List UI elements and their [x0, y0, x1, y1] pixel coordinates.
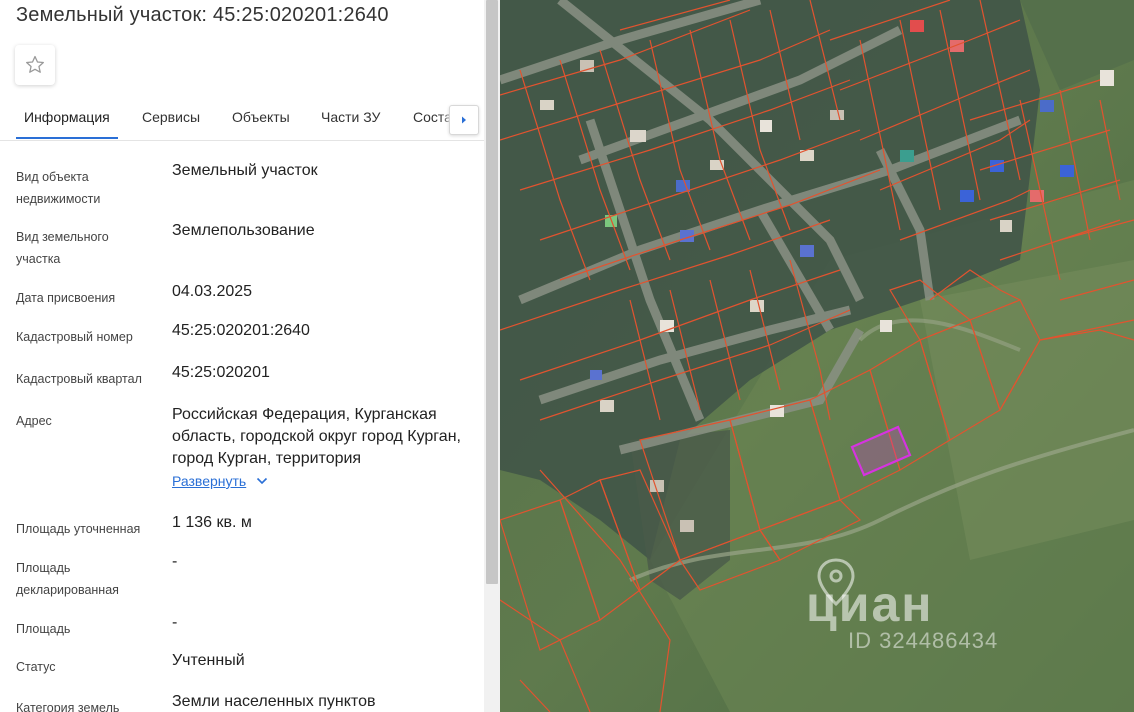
- address-text: Российская Федерация, Курганская область…: [172, 406, 461, 467]
- value: Землепользование: [172, 222, 315, 239]
- tab-bar: Информация Сервисы Объекты Части ЗУ Сост…: [0, 100, 484, 141]
- tab-services[interactable]: Сервисы: [142, 109, 200, 125]
- value: 1 136 кв. м: [172, 514, 252, 531]
- label: Кадастровый квартал: [16, 372, 142, 386]
- tab-objects[interactable]: Объекты: [232, 109, 290, 125]
- value: Земли населенных пунктов: [172, 693, 376, 710]
- active-tab-indicator: [16, 137, 118, 139]
- value: 45:25:020201:2640: [172, 322, 310, 339]
- chevron-right-icon: [462, 116, 466, 124]
- label: Площадь: [16, 622, 71, 636]
- tab-info[interactable]: Информация: [24, 109, 110, 125]
- watermark-logo: циан: [806, 576, 934, 632]
- scrollbar-thumb[interactable]: [486, 0, 498, 584]
- value: -: [172, 614, 178, 631]
- label: Вид земельного участка: [16, 230, 109, 266]
- value: 04.03.2025: [172, 283, 253, 300]
- satellite-map[interactable]: циан ID 324486434: [500, 0, 1134, 712]
- info-panel: Земельный участок: 45:25:020201:2640 Инф…: [0, 0, 484, 712]
- label: Вид объекта недвижимости: [16, 170, 101, 206]
- label: Площадь декларированная: [16, 561, 119, 597]
- value: Российская Федерация, Курганская область…: [172, 404, 468, 493]
- chevron-down-icon: [257, 477, 268, 485]
- label: Категория земель: [16, 701, 120, 712]
- tabs-scroll-right-button[interactable]: [449, 105, 479, 135]
- label: Кадастровый номер: [16, 330, 133, 344]
- label: Статус: [16, 660, 56, 674]
- favorite-button[interactable]: [15, 45, 55, 85]
- value: Земельный участок: [172, 162, 318, 179]
- value: -: [172, 553, 178, 570]
- watermark-id: ID 324486434: [848, 628, 999, 653]
- label: Дата присвоения: [16, 291, 116, 305]
- label: Площадь уточненная: [16, 522, 141, 536]
- tab-parts[interactable]: Части ЗУ: [321, 109, 380, 125]
- star-icon: [26, 55, 44, 73]
- expand-address-link[interactable]: Развернуть: [172, 470, 268, 492]
- value: Учтенный: [172, 652, 245, 669]
- label: Адрес: [16, 414, 52, 428]
- value: 45:25:020201: [172, 364, 270, 381]
- page-title: Земельный участок: 45:25:020201:2640: [16, 4, 389, 26]
- expand-label: Развернуть: [172, 473, 247, 489]
